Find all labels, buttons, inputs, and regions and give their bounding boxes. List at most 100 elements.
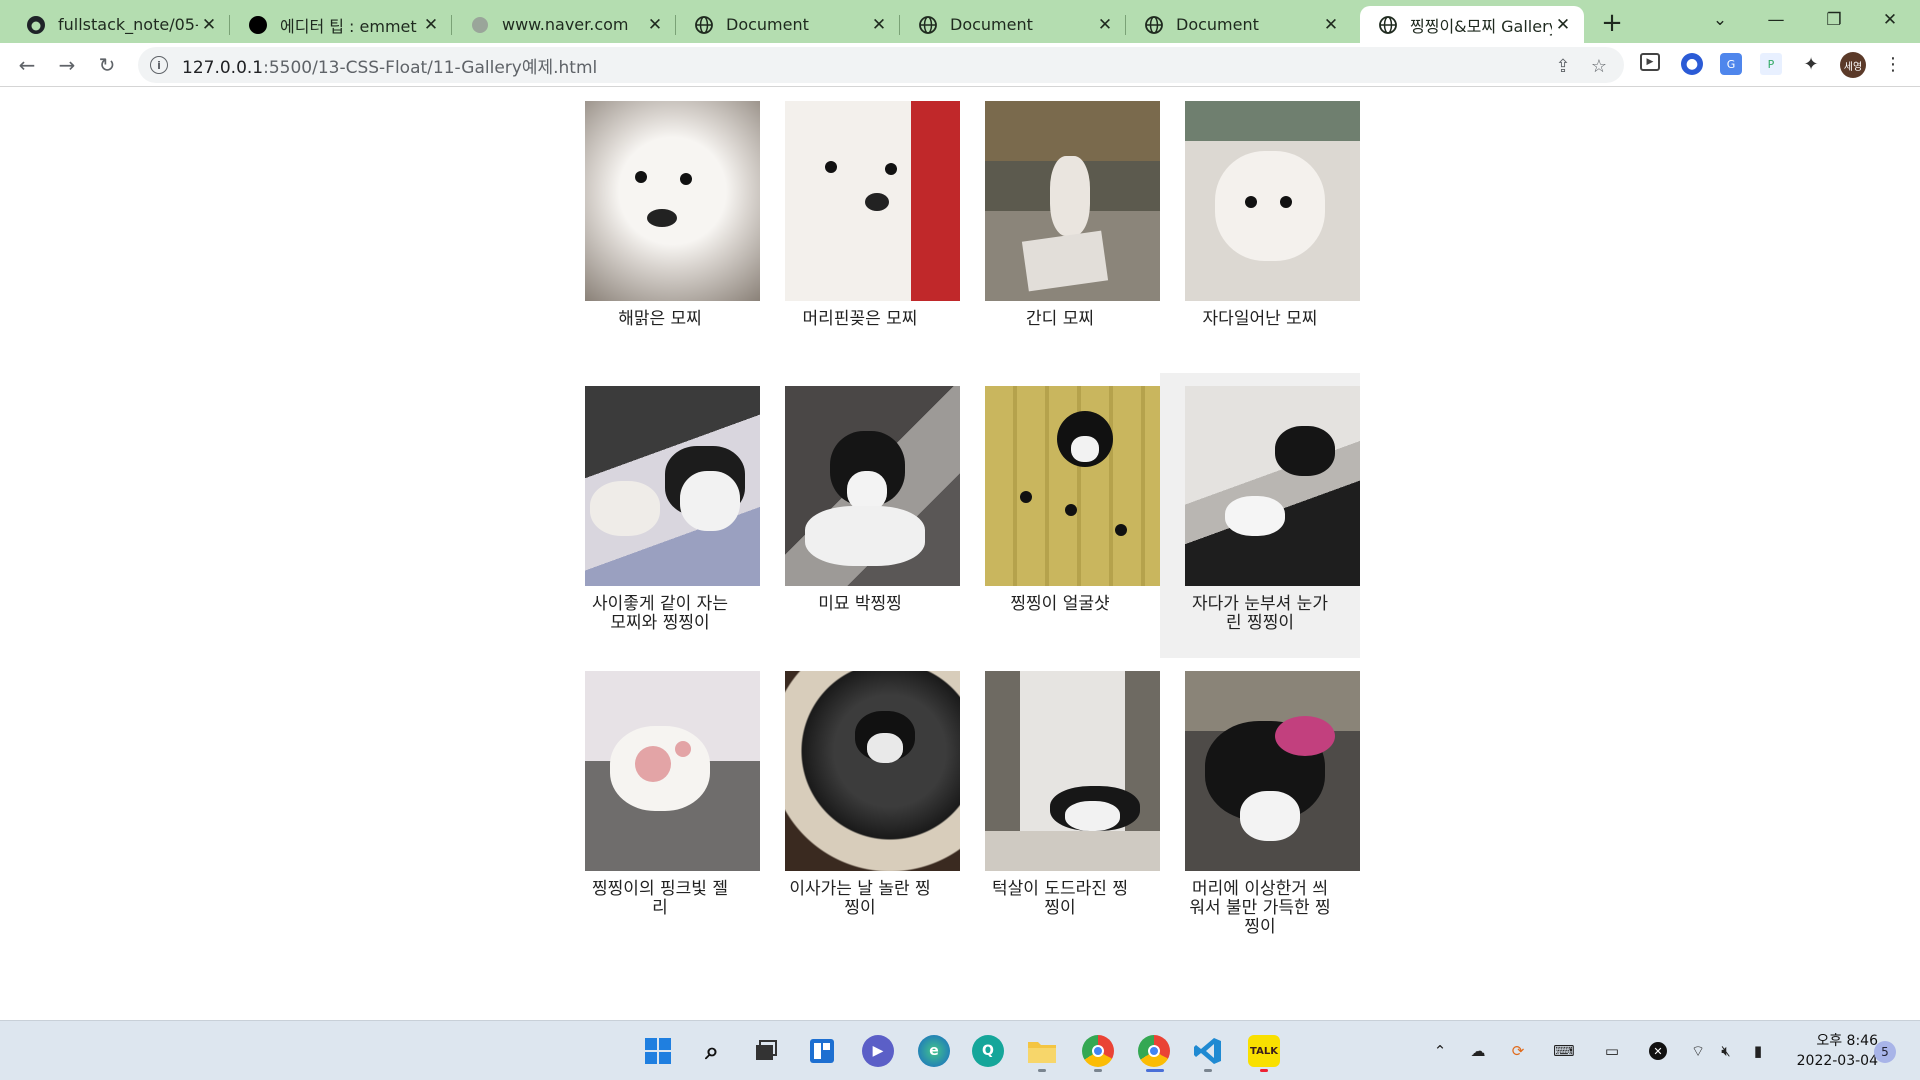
search-icon[interactable]: ⌕ (696, 1035, 728, 1067)
volume-muted-icon[interactable]: 🔇︎ (1714, 1039, 1738, 1063)
photo-mochi-hairpin (785, 101, 960, 301)
media-extension-icon[interactable]: ▶ (1640, 53, 1660, 71)
kakaotalk-icon[interactable]: TALK (1248, 1035, 1280, 1067)
photo-cat-chin (985, 671, 1160, 871)
minimize-button[interactable]: — (1748, 0, 1804, 40)
browser-tab-bar: fullstack_note/05-afte ✕ 에디터 팁 : emmet S… (0, 0, 1920, 43)
caption: 사이좋게 같이 자는 모찌와 찡찡이 (592, 594, 728, 633)
vscode-icon[interactable] (1192, 1035, 1224, 1067)
gallery-item[interactable]: 머리에 이상한거 씌워서 불만 가득한 찡찡이 (1160, 658, 1360, 943)
forward-button[interactable]: → (52, 50, 82, 80)
running-indicator (1260, 1069, 1268, 1072)
chat-icon[interactable]: ▶ (862, 1035, 894, 1067)
app-q-icon[interactable]: Q (972, 1035, 1004, 1067)
reload-button[interactable]: ↻ (92, 50, 122, 80)
notes-extension-icon[interactable]: P (1760, 53, 1782, 75)
tab-document-3[interactable]: Document ✕ (1126, 6, 1352, 43)
address-bar[interactable]: i 127.0.0.1:5500/13-CSS-Float/11-Gallery… (138, 47, 1624, 83)
url-text[interactable]: 127.0.0.1:5500/13-CSS-Float/11-Gallery예제… (182, 53, 597, 78)
tablet-mode-icon[interactable]: ▭ (1600, 1039, 1624, 1063)
sync-icon[interactable]: ⟳ (1506, 1039, 1530, 1063)
battery-icon[interactable]: ▮ (1746, 1039, 1770, 1063)
tab-title: 찡찡이&모찌 Gallery (1410, 16, 1552, 36)
caption: 이사가는 날 놀란 찡찡이 (789, 879, 931, 918)
gallery-item[interactable]: 미묘 박찡찡 (760, 373, 960, 658)
task-view-icon[interactable] (750, 1035, 782, 1067)
running-indicator (1204, 1069, 1212, 1072)
restore-button[interactable]: ❐ (1806, 0, 1862, 40)
page-viewport: 해맑은 모찌 머리핀꽂은 모찌 간디 모찌 자다일어난 모찌 사이좋게 같이 자… (0, 88, 1920, 1020)
chrome-profile-icon[interactable] (1138, 1035, 1170, 1067)
gallery-item[interactable]: 해맑은 모찌 (560, 88, 760, 373)
photo-pretty-cat (785, 386, 960, 586)
tab-title: Document (1176, 15, 1259, 34)
url-path: :5500/13-CSS-Float/11-Gallery예제.html (263, 57, 598, 78)
translate-extension-icon[interactable]: G (1720, 53, 1742, 75)
caption: 턱살이 도드라진 찡찡이 (992, 879, 1128, 918)
tab-naver[interactable]: www.naver.com ✕ (452, 6, 676, 43)
keyboard-icon[interactable]: ⌨ (1552, 1039, 1576, 1063)
photo-cat-pink-hat (1185, 671, 1360, 871)
close-tab-icon[interactable]: ✕ (420, 14, 442, 36)
file-explorer-icon[interactable] (1026, 1035, 1058, 1067)
bookmark-star-icon[interactable]: ☆ (1588, 55, 1610, 77)
edge-icon[interactable]: e (918, 1035, 950, 1067)
tab-gallery-active[interactable]: 찡찡이&모찌 Gallery ✕ (1360, 6, 1584, 43)
puzzle-extensions-icon[interactable]: ✦ (1800, 53, 1822, 75)
gallery-item[interactable]: 머리핀꽂은 모찌 (760, 88, 960, 373)
back-button[interactable]: ← (12, 50, 42, 80)
wifi-icon[interactable]: ⌔ (1686, 1039, 1710, 1063)
onedrive-cloud-icon[interactable]: ☁ (1466, 1039, 1490, 1063)
tab-emmet[interactable]: 에디터 팁 : emmet S ✕ (230, 6, 452, 43)
chrome-icon[interactable] (1082, 1035, 1114, 1067)
globe-icon (1144, 15, 1164, 35)
tab-github[interactable]: fullstack_note/05-afte ✕ (8, 6, 230, 43)
photo-mochi-woke-up (1185, 101, 1360, 301)
system-clock[interactable]: 오후 8:46 2022-03-04 (1782, 1031, 1878, 1071)
status-x-icon[interactable]: ✕ (1646, 1039, 1670, 1063)
close-tab-icon[interactable]: ✕ (198, 14, 220, 36)
close-window-button[interactable]: ✕ (1862, 0, 1918, 40)
gallery-item[interactable]: 이사가는 날 놀란 찡찡이 (760, 658, 960, 943)
tab-search-icon[interactable]: ⌄ (1692, 0, 1748, 40)
windows-taskbar: ⌕ ▶ e Q TALK ⌃ ☁ ⟳ ⌨ ▭ ✕ ⌔ 🔇︎ ▮ 오후 8:46 … (0, 1020, 1920, 1080)
caption: 찡찡이의 핑크빛 젤리 (592, 879, 728, 918)
photo-pink-paw (585, 671, 760, 871)
profile-avatar[interactable]: 세영 (1840, 52, 1866, 78)
caption: 간디 모찌 (1026, 309, 1094, 329)
close-tab-icon[interactable]: ✕ (1094, 14, 1116, 36)
gallery-item[interactable]: 찡찡이의 핑크빛 젤리 (560, 658, 760, 943)
caption: 찡찡이 얼굴샷 (1010, 594, 1110, 614)
caption: 머리에 이상한거 씌워서 불만 가득한 찡찡이 (1189, 879, 1331, 937)
gallery-item-hovered[interactable]: 자다가 눈부셔 눈가린 찡찡이 (1160, 373, 1360, 658)
new-tab-button[interactable]: + (1597, 8, 1627, 38)
running-indicator (1094, 1069, 1102, 1072)
gallery-item[interactable]: 턱살이 도드라진 찡찡이 (960, 658, 1160, 943)
gallery-item[interactable]: 자다일어난 모찌 (1160, 88, 1360, 373)
tab-document-2[interactable]: Document ✕ (900, 6, 1126, 43)
extension-circle-icon[interactable]: ● (1681, 53, 1703, 75)
gallery-item[interactable]: 간디 모찌 (960, 88, 1160, 373)
tab-document-1[interactable]: Document ✕ (676, 6, 900, 43)
close-tab-icon[interactable]: ✕ (868, 14, 890, 36)
photo-sleeping-together (585, 386, 760, 586)
widgets-icon[interactable] (806, 1035, 838, 1067)
show-hidden-icons-chevron-icon[interactable]: ⌃ (1428, 1039, 1452, 1063)
start-menu-icon[interactable] (642, 1035, 674, 1067)
caption: 해맑은 모찌 (618, 309, 702, 329)
caption: 자다일어난 모찌 (1202, 309, 1318, 329)
share-icon[interactable]: ⇪ (1552, 55, 1574, 77)
close-tab-icon[interactable]: ✕ (1552, 14, 1574, 36)
gallery-item[interactable]: 사이좋게 같이 자는 모찌와 찡찡이 (560, 373, 760, 658)
notification-badge[interactable]: 5 (1874, 1041, 1896, 1063)
site-info-icon[interactable]: i (150, 56, 168, 74)
more-menu-icon[interactable]: ⋮ (1882, 53, 1904, 75)
photo-cat-moving-day (785, 671, 960, 871)
caption: 자다가 눈부셔 눈가린 찡찡이 (1192, 594, 1328, 633)
photo-mochi-gandhi (985, 101, 1160, 301)
clock-time: 오후 8:46 (1816, 1033, 1878, 1049)
tab-title: Document (726, 15, 809, 34)
close-tab-icon[interactable]: ✕ (644, 14, 666, 36)
gallery-item[interactable]: 찡찡이 얼굴샷 (960, 373, 1160, 658)
close-tab-icon[interactable]: ✕ (1320, 14, 1342, 36)
